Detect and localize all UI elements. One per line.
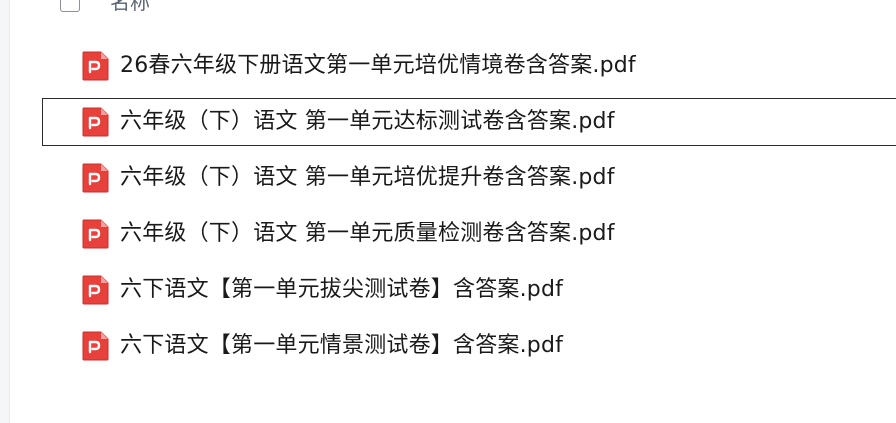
- pdf-icon: [82, 275, 109, 305]
- pdf-icon: [82, 163, 109, 193]
- select-all-checkbox[interactable]: [60, 0, 80, 12]
- file-name: 26春六年级下册语文第一单元培优情境卷含答案.pdf: [120, 53, 636, 78]
- pdf-icon: [82, 219, 109, 249]
- file-name: 六下语文【第一单元拔尖测试卷】含答案.pdf: [120, 277, 564, 302]
- name-column-header[interactable]: 名称: [110, 0, 150, 18]
- pdf-icon: [82, 107, 109, 137]
- file-row-selected[interactable]: 六年级（下）语文 第一单元达标测试卷含答案.pdf: [42, 98, 896, 146]
- file-row[interactable]: 26春六年级下册语文第一单元培优情境卷含答案.pdf: [42, 42, 896, 90]
- list-header: 名称: [60, 0, 150, 18]
- file-browser: 名称 26春六年级下册语文第一单元培优情境卷含答案.pdf 六年级（下）语文 第…: [0, 0, 896, 423]
- pdf-icon: [82, 331, 109, 361]
- pdf-icon: [82, 51, 109, 81]
- file-list: 26春六年级下册语文第一单元培优情境卷含答案.pdf 六年级（下）语文 第一单元…: [42, 42, 896, 378]
- file-name: 六年级（下）语文 第一单元培优提升卷含答案.pdf: [120, 165, 615, 190]
- file-row[interactable]: 六下语文【第一单元情景测试卷】含答案.pdf: [42, 322, 896, 370]
- file-name: 六年级（下）语文 第一单元质量检测卷含答案.pdf: [120, 221, 615, 246]
- left-gutter: [0, 0, 10, 423]
- file-row[interactable]: 六年级（下）语文 第一单元培优提升卷含答案.pdf: [42, 154, 896, 202]
- file-row[interactable]: 六年级（下）语文 第一单元质量检测卷含答案.pdf: [42, 210, 896, 258]
- file-name: 六下语文【第一单元情景测试卷】含答案.pdf: [120, 333, 564, 358]
- file-row[interactable]: 六下语文【第一单元拔尖测试卷】含答案.pdf: [42, 266, 896, 314]
- file-name: 六年级（下）语文 第一单元达标测试卷含答案.pdf: [120, 109, 615, 134]
